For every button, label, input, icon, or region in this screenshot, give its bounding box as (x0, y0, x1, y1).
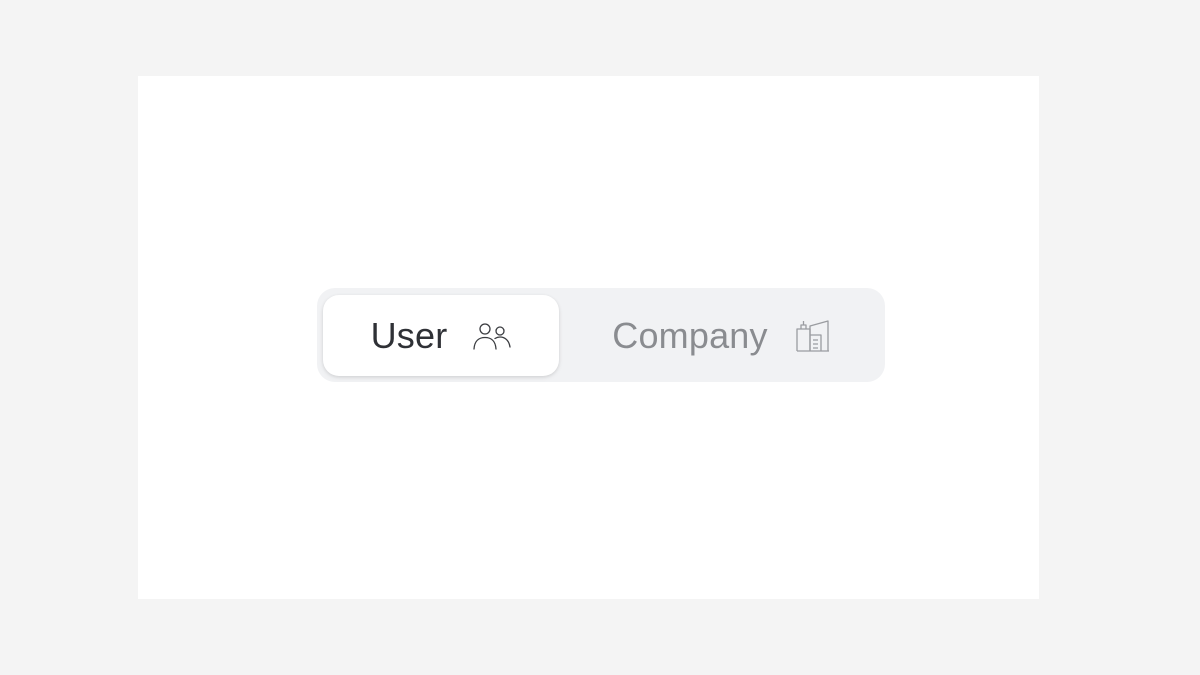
account-type-switcher: User Company (317, 288, 885, 382)
building-icon (796, 319, 830, 352)
user-tab[interactable]: User (323, 295, 559, 376)
company-tab[interactable]: Company (563, 295, 879, 376)
canvas: User Company (138, 76, 1039, 599)
company-tab-label: Company (612, 314, 768, 356)
users-icon (473, 322, 512, 350)
user-tab-label: User (370, 314, 448, 356)
